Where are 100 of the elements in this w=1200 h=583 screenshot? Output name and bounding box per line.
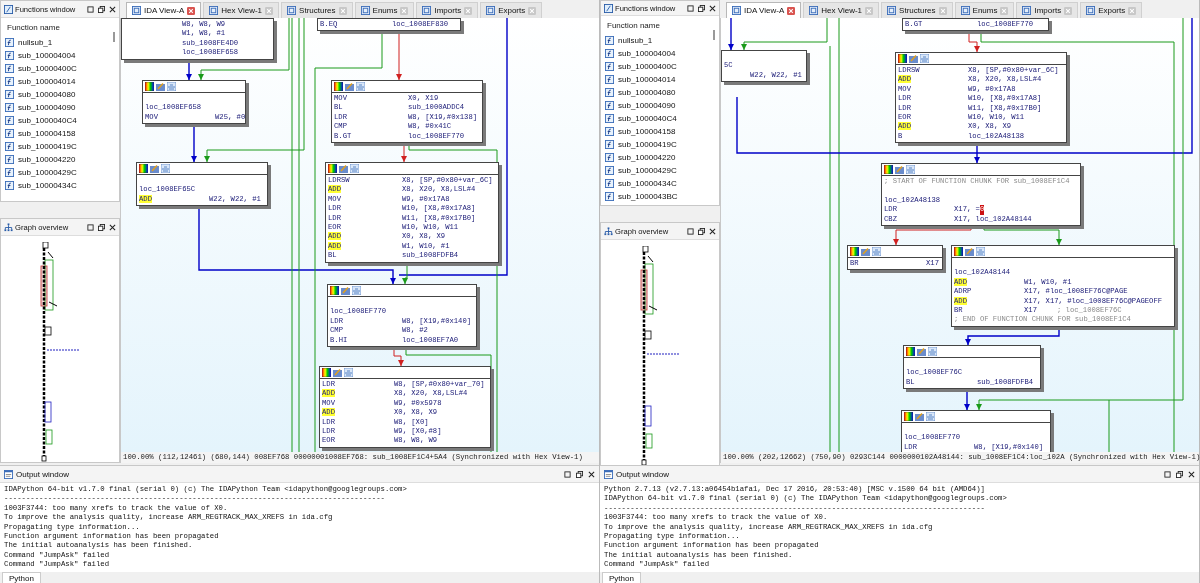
float-icon[interactable] [698, 4, 705, 12]
view-tab[interactable]: IDA View-A [726, 2, 802, 18]
float-icon[interactable] [98, 5, 105, 13]
view-tab[interactable]: Imports [1016, 2, 1079, 18]
color-palette-icon[interactable] [898, 54, 907, 63]
edge-arrow [964, 391, 970, 411]
function-name[interactable]: sub_100004220 [618, 153, 676, 162]
graph-icon[interactable] [344, 368, 353, 377]
function-name[interactable]: sub_10000419C [618, 140, 677, 149]
function-name[interactable]: sub_100004090 [618, 101, 676, 110]
graph-icon[interactable] [356, 82, 365, 91]
close-icon[interactable] [109, 5, 116, 13]
function-name[interactable]: nullsub_1 [618, 36, 653, 45]
function-icon [5, 64, 14, 73]
view-tab[interactable]: Hex View-1 [203, 2, 280, 18]
function-name[interactable]: sub_10000429C [18, 168, 77, 177]
tab-icon [960, 6, 970, 15]
scrollbar-thumb[interactable] [713, 30, 715, 40]
color-palette-icon[interactable] [884, 165, 893, 174]
maximize-icon[interactable] [687, 4, 694, 12]
function-name[interactable]: sub_100004090 [18, 103, 76, 112]
edge-arrow [728, 18, 734, 51]
function-name[interactable]: sub_1000040C4 [618, 114, 677, 123]
color-palette-icon[interactable] [904, 412, 913, 421]
function-icon [605, 153, 614, 162]
color-palette-icon[interactable] [954, 247, 963, 256]
function-name[interactable]: nullsub_1 [18, 38, 53, 47]
color-palette-icon[interactable] [330, 286, 339, 295]
maximize-icon[interactable] [687, 227, 694, 235]
function-name[interactable]: sub_100004158 [18, 129, 76, 138]
tab-icon [287, 6, 297, 15]
function-list-icon [604, 3, 613, 13]
view-tab[interactable]: Structures [281, 2, 353, 18]
view-tab[interactable]: Exports [1080, 2, 1143, 18]
float-icon[interactable] [98, 223, 105, 231]
color-palette-icon[interactable] [906, 347, 915, 356]
graph-icon[interactable] [352, 286, 361, 295]
column-header[interactable]: Function name [605, 18, 715, 34]
close-icon[interactable] [709, 4, 716, 12]
color-palette-icon[interactable] [139, 164, 148, 173]
maximize-icon[interactable] [1164, 470, 1171, 478]
function-icon [5, 103, 14, 112]
function-name[interactable]: sub_10000429C [618, 166, 677, 175]
close-icon[interactable] [1188, 470, 1195, 478]
function-name[interactable]: sub_10000419C [18, 142, 77, 151]
close-icon[interactable] [709, 227, 716, 235]
maximize-icon[interactable] [564, 470, 571, 478]
graph-icon[interactable] [926, 412, 935, 421]
graph-icon[interactable] [872, 247, 881, 256]
graph-icon[interactable] [928, 347, 937, 356]
tab-icon [360, 6, 370, 15]
maximize-icon[interactable] [87, 5, 94, 13]
graph-icon[interactable] [167, 82, 176, 91]
window-icon [4, 469, 13, 479]
function-name[interactable]: sub_10000434C [618, 179, 677, 188]
function-name[interactable]: sub_100004004 [18, 51, 76, 60]
function-icon [605, 166, 614, 175]
function-name[interactable]: sub_1000040C4 [18, 116, 77, 125]
view-tab[interactable]: Exports [480, 2, 543, 18]
float-icon[interactable] [576, 470, 583, 478]
color-palette-icon[interactable] [334, 82, 343, 91]
function-name[interactable]: sub_10000400C [618, 62, 677, 71]
color-palette-icon[interactable] [850, 247, 859, 256]
function-name[interactable]: sub_100004080 [618, 88, 676, 97]
view-tab[interactable]: Structures [881, 2, 953, 18]
function-list-icon [4, 4, 13, 14]
color-palette-icon[interactable] [322, 368, 331, 377]
function-name[interactable]: sub_100004004 [618, 49, 676, 58]
graph-icon[interactable] [350, 164, 359, 173]
graph-icon[interactable] [920, 54, 929, 63]
graph-icon[interactable] [976, 247, 985, 256]
maximize-icon[interactable] [87, 223, 94, 231]
close-icon[interactable] [588, 470, 595, 478]
color-palette-icon[interactable] [145, 82, 154, 91]
function-icon [605, 192, 614, 201]
view-tab[interactable]: Imports [416, 2, 479, 18]
graph-icon[interactable] [906, 165, 915, 174]
float-icon[interactable] [1176, 470, 1183, 478]
graph-icon[interactable] [161, 164, 170, 173]
function-name[interactable]: sub_100004014 [618, 75, 676, 84]
column-header[interactable]: Function name [5, 20, 115, 36]
function-icon [605, 36, 614, 45]
view-tab[interactable]: IDA View-A [126, 2, 202, 18]
function-name[interactable]: sub_100004014 [18, 77, 76, 86]
function-name[interactable]: sub_1000043BC [618, 192, 678, 201]
function-name[interactable]: sub_100004220 [18, 155, 76, 164]
function-name[interactable]: sub_100004080 [18, 90, 76, 99]
close-icon[interactable] [109, 223, 116, 231]
view-tab[interactable]: Hex View-1 [803, 2, 880, 18]
scrollbar-thumb[interactable] [113, 32, 115, 42]
function-name[interactable]: sub_10000400C [18, 64, 77, 73]
function-icon [605, 62, 614, 71]
float-icon[interactable] [698, 227, 705, 235]
function-name[interactable]: sub_10000434C [18, 181, 77, 190]
color-palette-icon[interactable] [328, 164, 337, 173]
tab-icon [1022, 6, 1032, 15]
function-name[interactable]: sub_100004158 [618, 127, 676, 136]
function-icon [605, 114, 614, 123]
view-tab[interactable]: Enums [954, 2, 1015, 18]
view-tab[interactable]: Enums [354, 2, 415, 18]
